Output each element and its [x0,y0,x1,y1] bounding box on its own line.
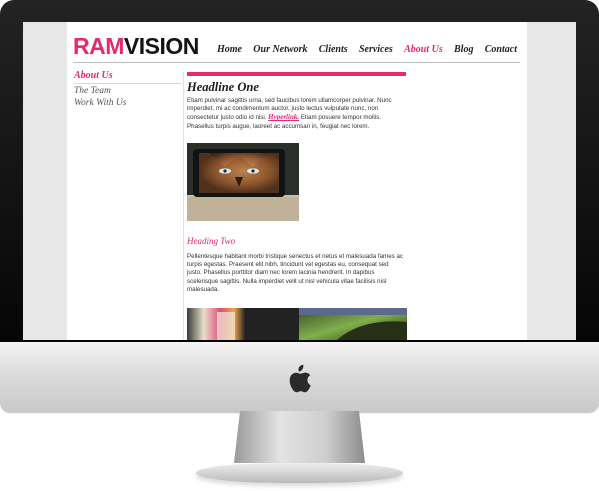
monitor-screen: RAMVISION Home Our Network Clients Servi… [23,22,576,340]
headline-one: Headline One [187,80,259,94]
main-nav: Home Our Network Clients Services About … [217,44,517,55]
nav-item-contact[interactable]: Contact [485,44,517,55]
logo-part-ram: RAM [73,33,124,59]
sidebar-item-the-team[interactable]: The Team [74,86,111,96]
nav-divider [73,62,520,63]
nav-item-clients[interactable]: Clients [319,44,348,55]
nav-item-about-us[interactable]: About Us [404,44,443,55]
sidebar-title[interactable]: About Us [74,70,113,81]
apple-logo-icon [289,364,311,393]
website-page: RAMVISION Home Our Network Clients Servi… [67,22,527,340]
monitor-stand [234,411,365,463]
site-logo[interactable]: RAMVISION [73,34,199,58]
monitor-stand-foot [196,463,403,483]
paragraph-one: Etiam pulvinar sagittis urna, sed faucib… [187,97,403,131]
nav-item-our-network[interactable]: Our Network [253,44,307,55]
nav-item-services[interactable]: Services [359,44,393,55]
column-divider [183,72,184,340]
wolf-photo [187,143,299,221]
photo-strip [187,308,407,340]
nav-item-blog[interactable]: Blog [454,44,473,55]
logo-part-vision: VISION [123,33,199,59]
heading-two: Heading Two [187,236,236,246]
paragraph-two: Pellentesque habitant morbi tristique se… [187,253,404,293]
sidebar-divider [73,83,181,84]
inline-hyperlink[interactable]: Hyperlink. [268,113,299,121]
sidebar-item-work-with-us[interactable]: Work With Us [74,98,126,108]
headline-accent-bar [187,72,406,76]
nav-item-home[interactable]: Home [217,44,242,55]
